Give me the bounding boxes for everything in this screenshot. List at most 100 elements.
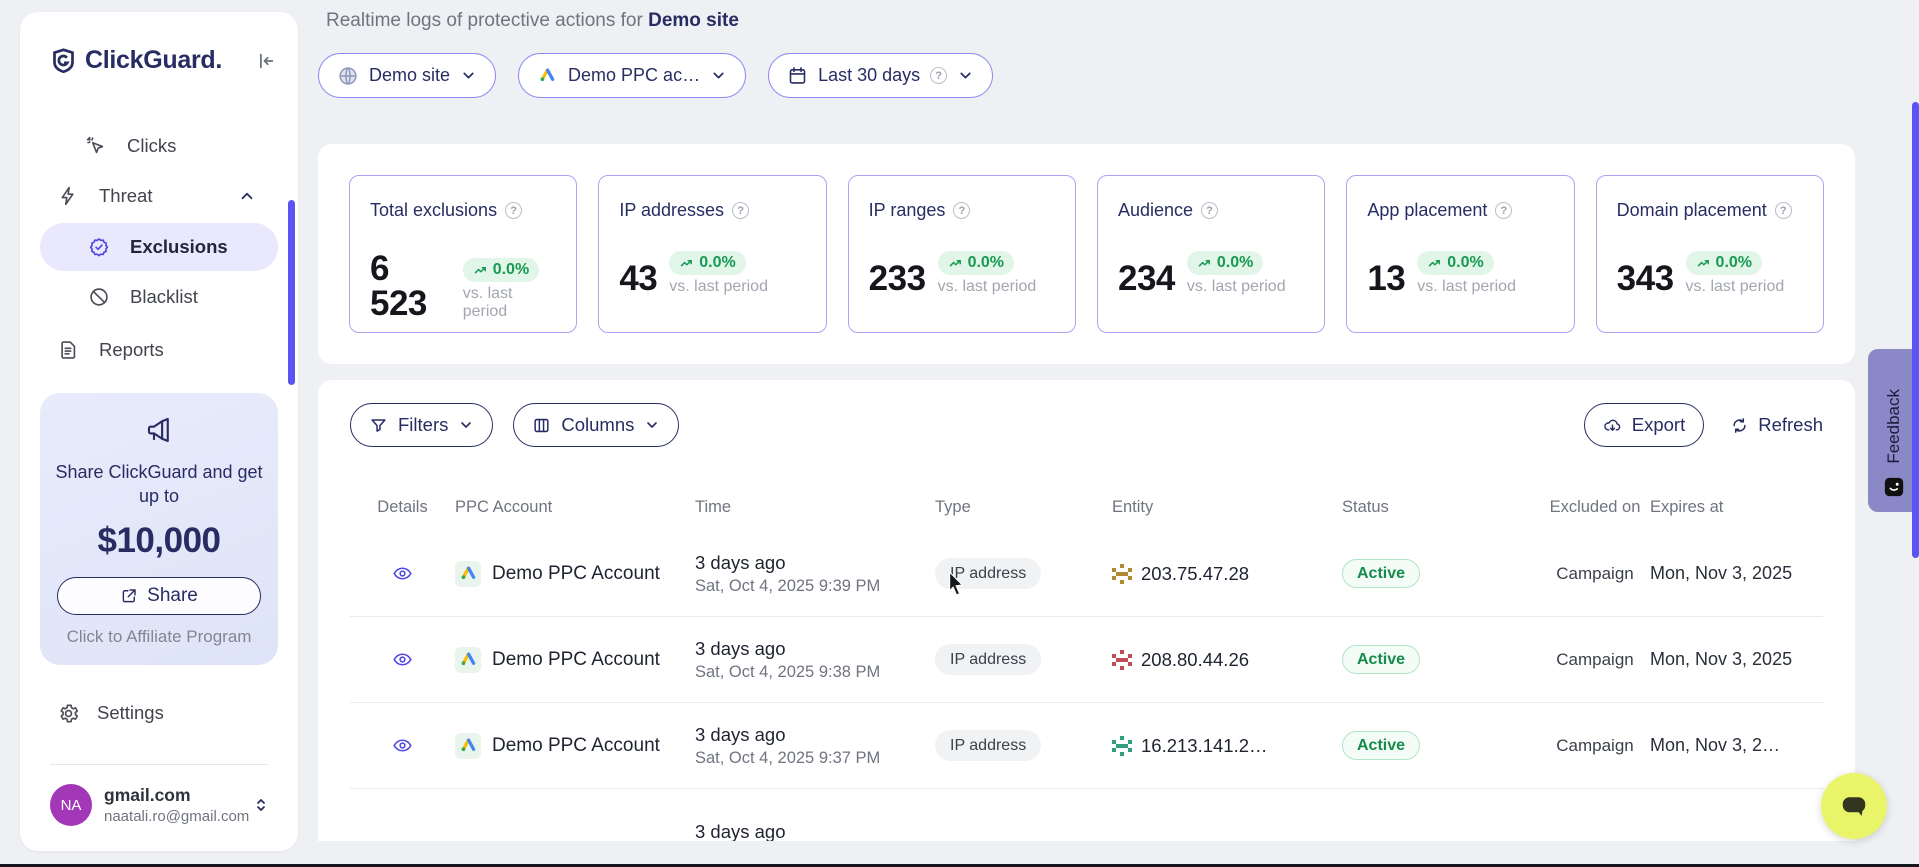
page-subtitle: Realtime logs of protective actions for …	[326, 10, 1887, 32]
filters-dropdown[interactable]: Filters	[350, 403, 493, 447]
help-icon: ?	[930, 67, 947, 84]
time-relative: 3 days ago	[695, 821, 935, 841]
badge-check-icon	[88, 236, 110, 258]
stat-app-placement: App placement? 13 0.0% vs. last period	[1346, 175, 1574, 333]
google-ads-icon	[455, 561, 481, 587]
cloud-download-icon	[1603, 416, 1622, 435]
columns-dropdown[interactable]: Columns	[513, 403, 679, 447]
filters-label: Filters	[398, 414, 448, 436]
type-chip: IP address	[935, 558, 1041, 589]
sidebar-item-exclusions[interactable]: Exclusions	[40, 223, 278, 271]
stat-value: 343	[1617, 261, 1674, 296]
view-details-eye-icon[interactable]	[392, 735, 413, 756]
sidebar-item-label: Exclusions	[130, 236, 228, 258]
entity-identicon	[1112, 736, 1132, 756]
table-header: Details PPC Account Time Type Entity Sta…	[350, 483, 1823, 531]
ppc-account-selector-dropdown[interactable]: Demo PPC ac…	[518, 53, 746, 98]
refresh-icon	[1730, 416, 1749, 435]
help-icon: ?	[505, 202, 522, 219]
help-icon: ?	[1775, 202, 1792, 219]
sidebar-item-settings[interactable]: Settings	[20, 690, 298, 736]
clickguard-logo-icon	[50, 47, 77, 74]
export-button[interactable]: Export	[1584, 403, 1704, 447]
sidebar-item-reports[interactable]: Reports	[20, 325, 298, 375]
chevron-down-icon	[957, 67, 974, 84]
time-exact: Sat, Oct 4, 2025 9:37 PM	[695, 749, 935, 768]
table-row: Demo PPC Account 3 days ago Sat, Oct 4, 2…	[350, 617, 1823, 703]
stat-ip-ranges: IP ranges? 233 0.0% vs. last period	[848, 175, 1076, 333]
ppc-account-name: Demo PPC Account	[492, 649, 660, 671]
chat-launcher-button[interactable]	[1821, 773, 1887, 839]
trend-up-icon	[473, 263, 488, 278]
sidebar-item-label: Clicks	[127, 135, 176, 157]
calendar-icon	[787, 65, 808, 86]
chevron-down-icon	[644, 417, 660, 433]
stat-value: 6 523	[370, 251, 451, 321]
excluded-on-value: Campaign	[1540, 564, 1650, 584]
export-label: Export	[1632, 414, 1685, 436]
ppc-account-selector-value: Demo PPC ac…	[568, 65, 700, 86]
time-exact: Sat, Oct 4, 2025 9:38 PM	[695, 663, 935, 682]
sidebar-item-blacklist[interactable]: Blacklist	[40, 273, 278, 321]
time-relative: 3 days ago	[695, 638, 935, 660]
column-header-status: Status	[1330, 498, 1540, 517]
google-ads-icon	[455, 733, 481, 759]
sidebar-divider	[50, 764, 268, 765]
stat-value: 13	[1367, 261, 1405, 296]
user-account-switcher[interactable]: NA gmail.com naatali.ro@gmail.com	[20, 784, 298, 826]
user-email: naatali.ro@gmail.com	[104, 808, 252, 825]
google-ads-icon	[537, 65, 558, 86]
refresh-button[interactable]: Refresh	[1730, 414, 1823, 436]
view-details-eye-icon[interactable]	[392, 563, 413, 584]
column-header-excluded-on: Excluded on	[1540, 497, 1650, 518]
sidebar-collapse-icon[interactable]	[254, 50, 276, 72]
sidebar-item-threat[interactable]: Threat	[20, 171, 298, 221]
column-header-type: Type	[935, 498, 1112, 517]
stat-caption: vs. last period	[463, 285, 557, 321]
sidebar-item-label: Blacklist	[130, 286, 198, 308]
trend-up-icon	[1197, 256, 1212, 271]
avatar: NA	[50, 784, 92, 826]
sidebar-item-label: Threat	[99, 185, 152, 207]
type-chip: IP address	[935, 730, 1041, 761]
column-header-details: Details	[350, 498, 455, 517]
columns-icon	[532, 416, 551, 435]
trend-up-icon	[948, 256, 963, 271]
feedback-label: Feedback	[1884, 389, 1904, 464]
feedback-bug-icon	[1883, 476, 1905, 498]
table-row: Demo PPC Account 3 days agoSat, Oct 4, 2…	[350, 703, 1823, 789]
stat-caption: vs. last period	[669, 278, 768, 296]
view-details-eye-icon[interactable]	[392, 649, 413, 670]
sidebar-item-label: Settings	[97, 702, 164, 724]
entity-identicon	[1112, 564, 1132, 584]
table-row: Demo PPC Account 3 days agoSat, Oct 4, 2…	[350, 531, 1823, 617]
affiliate-promo-card[interactable]: Share ClickGuard and get up to $10,000 S…	[40, 393, 278, 665]
user-name: gmail.com	[104, 785, 252, 806]
column-header-expires-at: Expires at	[1650, 498, 1823, 517]
stat-value: 233	[869, 261, 926, 296]
stats-summary-card: Total exclusions? 6 523 0.0% vs. last pe…	[318, 144, 1855, 364]
trend-up-icon	[1427, 256, 1442, 271]
entity-value: 16.213.141.2…	[1141, 735, 1268, 757]
sidebar-item-clicks[interactable]: Clicks	[20, 121, 298, 171]
share-button[interactable]: Share	[57, 577, 261, 615]
stat-value: 234	[1118, 261, 1175, 296]
stat-caption: vs. last period	[1686, 278, 1785, 296]
site-selector-dropdown[interactable]: Demo site	[318, 53, 496, 98]
column-header-account: PPC Account	[455, 498, 695, 517]
status-badge: Active	[1342, 645, 1420, 674]
ppc-account-name: Demo PPC Account	[492, 735, 660, 757]
refresh-label: Refresh	[1758, 414, 1823, 436]
exclusions-table-card: Filters Columns Export	[318, 380, 1855, 841]
main-content: Realtime logs of protective actions for …	[318, 0, 1887, 867]
app-logo-text: ClickGuard.	[85, 46, 254, 75]
entity-value: 203.75.47.28	[1141, 563, 1249, 585]
globe-icon	[337, 65, 359, 87]
promo-text: Share ClickGuard and get up to	[54, 460, 264, 509]
chevron-up-down-icon	[252, 796, 270, 814]
affiliate-caption: Click to Affiliate Program	[54, 627, 264, 647]
sidebar-scrollbar-thumb[interactable]	[288, 200, 295, 385]
date-range-dropdown[interactable]: Last 30 days ?	[768, 53, 993, 98]
main-scrollbar-thumb[interactable]	[1912, 102, 1919, 558]
chevron-down-icon	[710, 67, 727, 84]
